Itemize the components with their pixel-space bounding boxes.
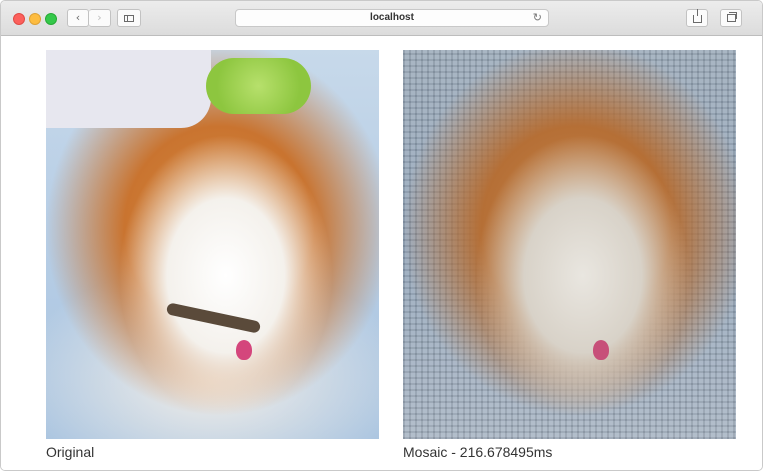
original-image [46, 50, 379, 439]
browser-toolbar: ‹ › localhost ↻ [1, 1, 762, 36]
page-content: Original Mosaic - 216.678495ms [1, 36, 762, 470]
show-tabs-button[interactable] [720, 9, 742, 27]
minimize-window-button[interactable] [29, 13, 41, 25]
reload-icon[interactable]: ↻ [533, 10, 542, 26]
sidebar-icon [124, 15, 134, 22]
share-icon [692, 9, 702, 23]
pillow-shape [46, 50, 211, 128]
browser-window: ‹ › localhost ↻ Original Mosaic - 216.67… [0, 0, 763, 471]
collar-shape [165, 302, 262, 334]
original-caption: Original [46, 444, 95, 460]
mosaic-image [403, 50, 736, 439]
close-window-button[interactable] [13, 13, 25, 25]
address-text: localhost [370, 12, 414, 23]
mosaic-caption: Mosaic - 216.678495ms [403, 444, 553, 460]
chevron-left-icon: ‹ [75, 11, 81, 24]
chevron-right-icon: › [97, 11, 102, 24]
forward-button[interactable]: › [89, 9, 111, 27]
sidebar-button[interactable] [117, 9, 141, 27]
address-bar[interactable]: localhost ↻ [235, 9, 549, 27]
share-button[interactable] [686, 9, 708, 27]
bell-shape [236, 340, 252, 360]
bell-shape [593, 340, 609, 360]
green-cloth-shape [206, 58, 311, 114]
zoom-window-button[interactable] [45, 13, 57, 25]
tabs-icon [726, 12, 737, 22]
back-button[interactable]: ‹ [67, 9, 89, 27]
